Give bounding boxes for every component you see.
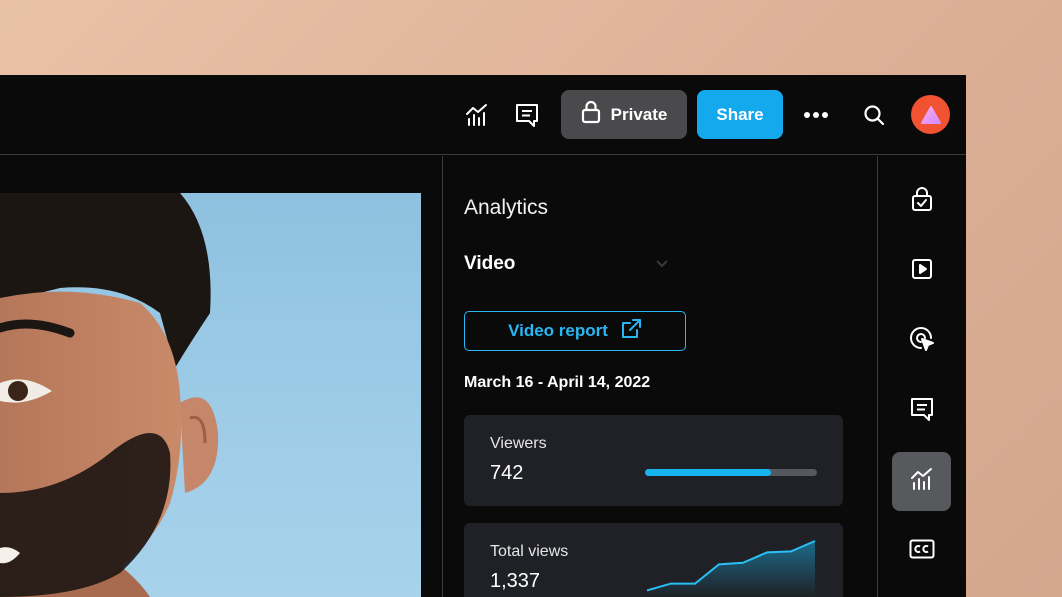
closed-captions-icon: [909, 539, 935, 564]
lock-check-icon: [910, 186, 934, 217]
video-frame-illustration: [0, 193, 219, 597]
more-icon[interactable]: [800, 99, 832, 131]
section-dropdown-label[interactable]: Video: [464, 253, 515, 275]
date-range: March 16 - April 14, 2022: [464, 374, 651, 391]
search-icon[interactable]: [858, 99, 890, 131]
card-label: Viewers: [490, 435, 547, 452]
viewers-progress-fill: [645, 469, 771, 476]
comment-icon: [909, 396, 935, 427]
rail-item-closed-captions[interactable]: [892, 522, 951, 581]
analytics-icon: [910, 467, 934, 496]
analytics-icon[interactable]: [461, 99, 493, 131]
card-label: Total views: [490, 543, 569, 560]
share-button[interactable]: Share: [697, 90, 783, 139]
rail-item-cursor-click[interactable]: [892, 312, 951, 371]
play-icon: [911, 258, 933, 285]
app-window: Private Share Analytics Video Video repo…: [0, 75, 966, 597]
sparkline-area: [647, 541, 815, 597]
top-bar: Private Share: [0, 75, 966, 155]
analytics-panel: Analytics Video Video report March 16 - …: [442, 156, 878, 597]
right-tool-rail: [878, 156, 966, 597]
video-player[interactable]: [0, 193, 421, 597]
rail-item-lock-check[interactable]: [892, 172, 951, 231]
lock-icon: [581, 100, 601, 129]
video-report-button[interactable]: Video report: [464, 311, 686, 351]
avatar[interactable]: [911, 95, 950, 134]
cursor-click-icon: [909, 326, 935, 357]
external-link-icon: [620, 318, 642, 345]
card-value: 1,337: [490, 570, 541, 592]
card-value: 742: [490, 462, 524, 484]
private-label: Private: [610, 104, 668, 124]
rail-item-play[interactable]: [892, 242, 951, 301]
rail-item-comment[interactable]: [892, 382, 951, 441]
panel-title: Analytics: [464, 196, 549, 219]
rail-item-analytics[interactable]: [892, 452, 951, 511]
total-views-sparkline: [646, 540, 816, 597]
viewers-progress-bar: [645, 469, 817, 476]
private-button[interactable]: Private: [561, 90, 687, 139]
chevron-down-icon[interactable]: [655, 256, 669, 274]
video-report-label: Video report: [508, 321, 608, 340]
comment-icon[interactable]: [511, 99, 543, 131]
total-views-card: Total views 1,337: [464, 523, 843, 597]
viewers-card: Viewers 742: [464, 415, 843, 506]
